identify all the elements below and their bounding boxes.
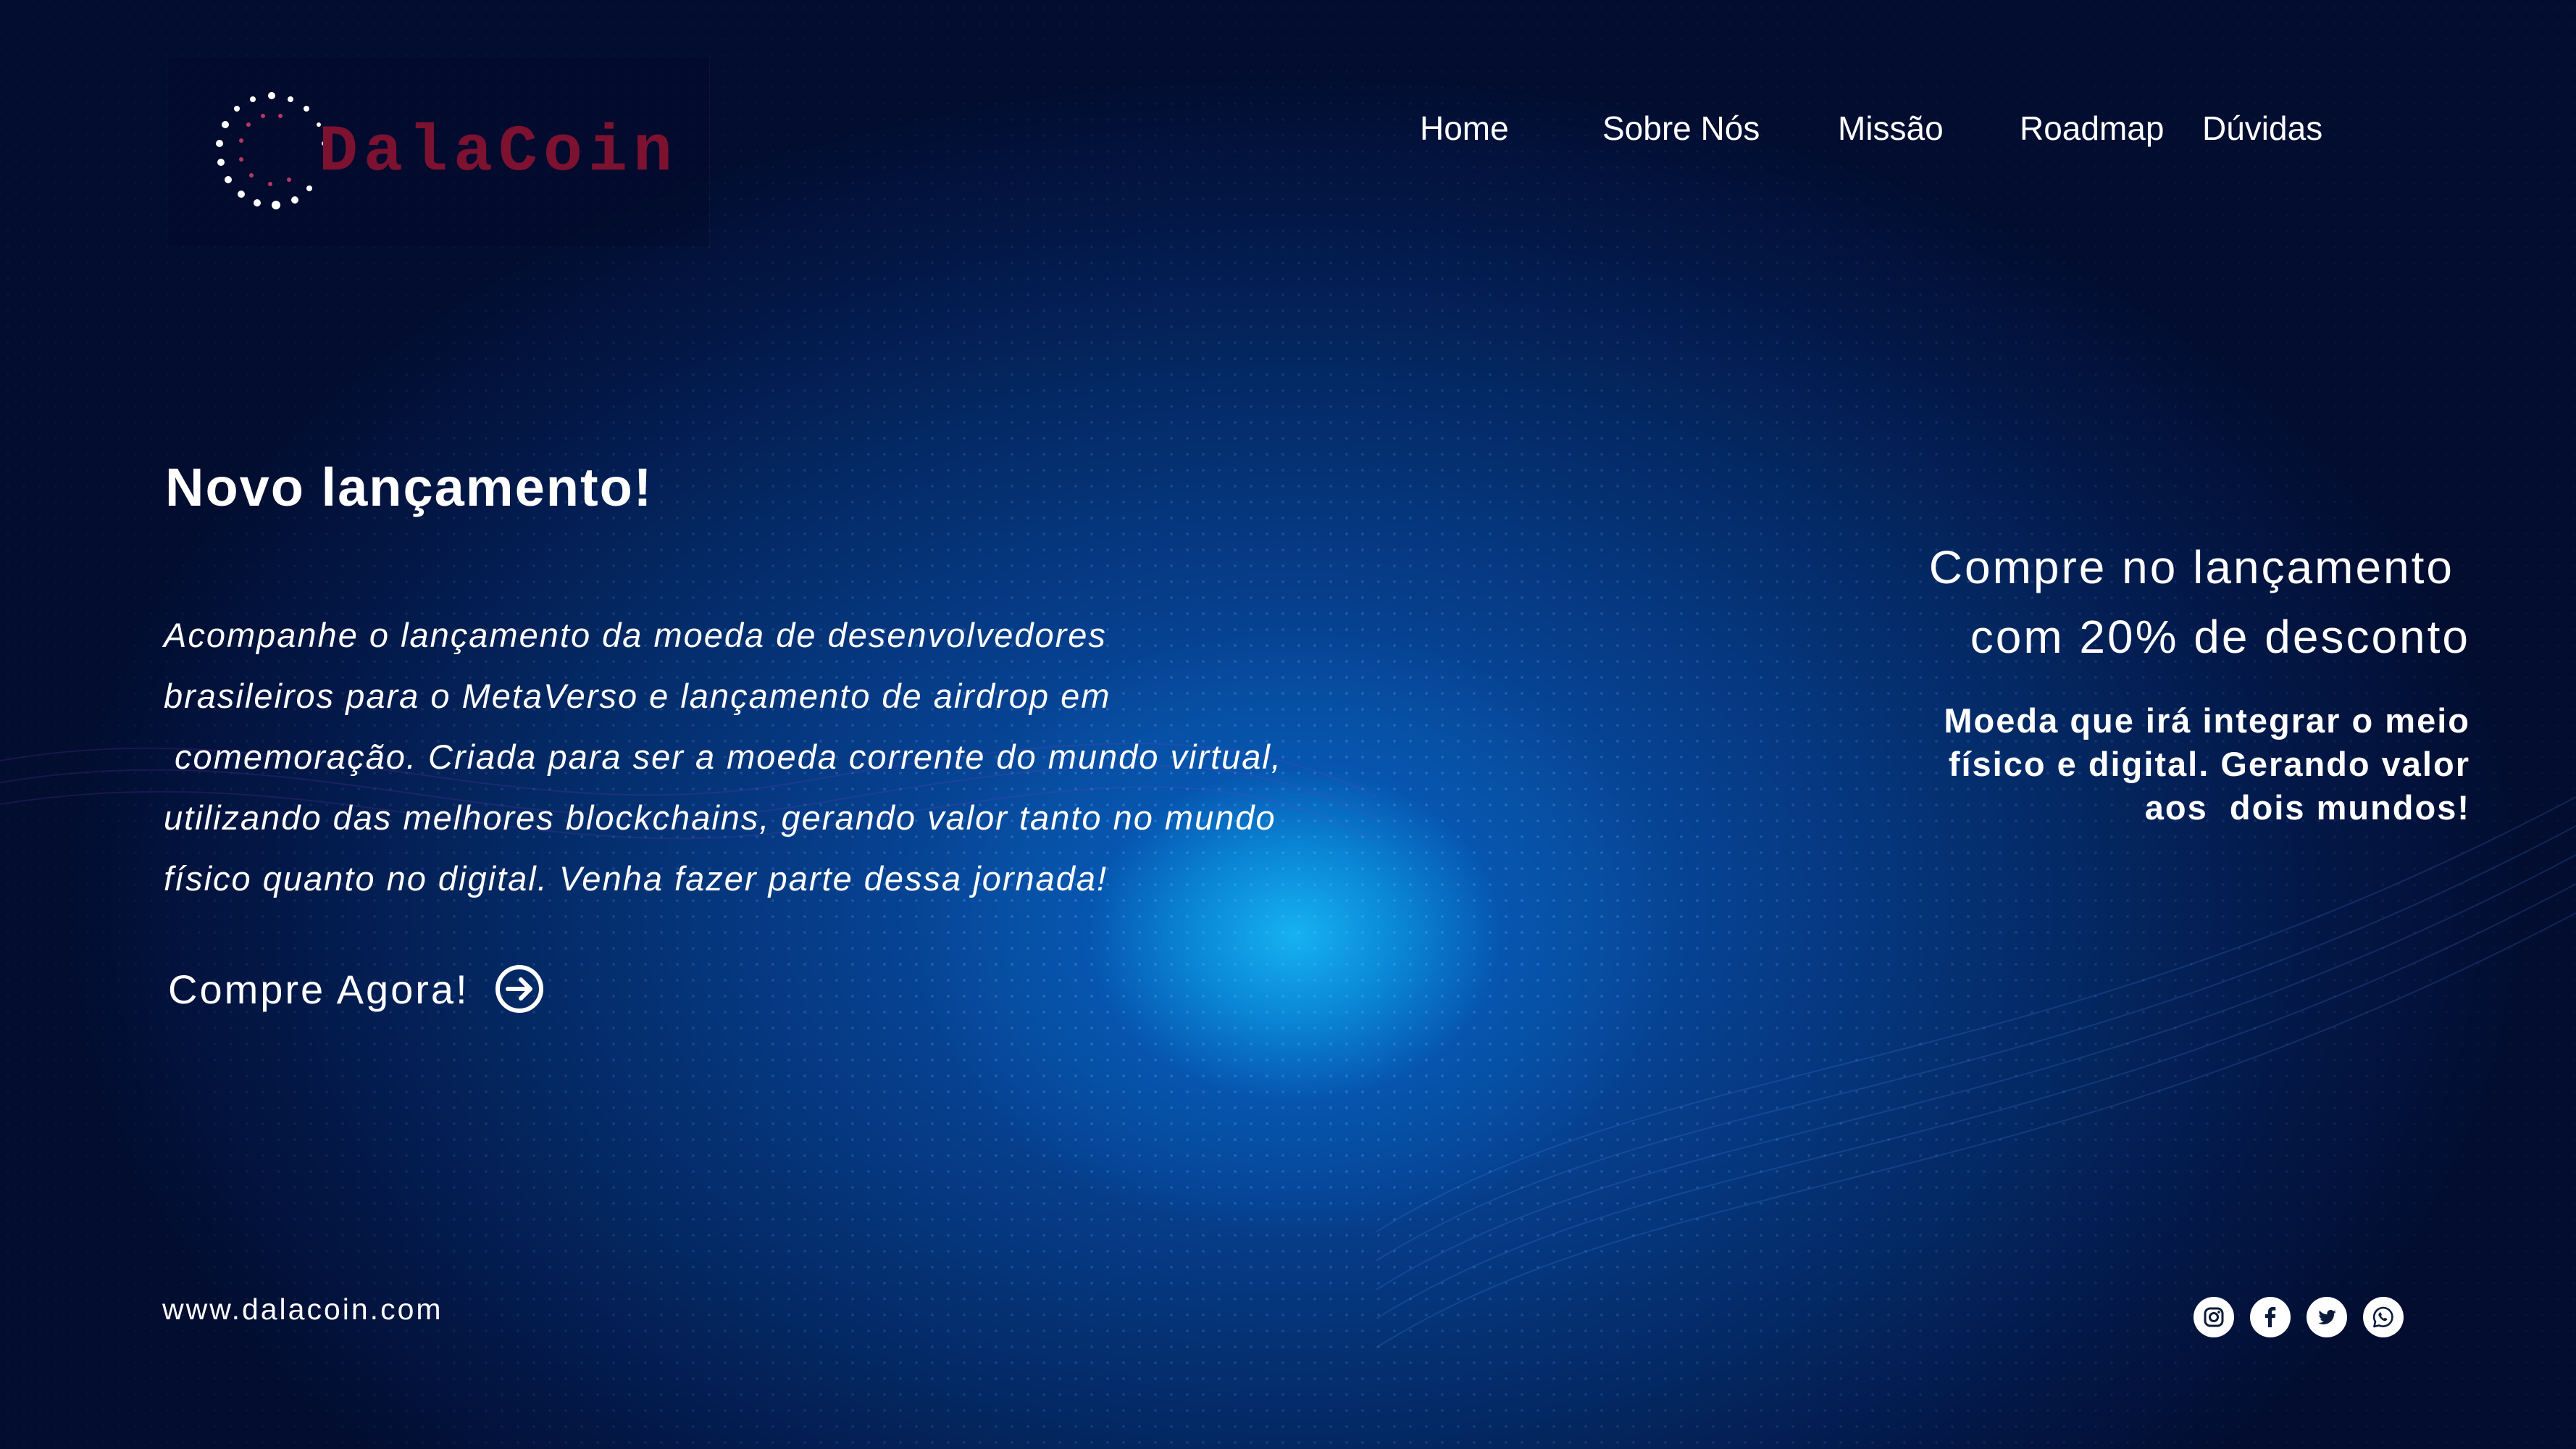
whatsapp-link[interactable]	[2363, 1297, 2404, 1337]
buy-now-label: Compre Agora!	[168, 966, 469, 1012]
hero-description-line: brasileiros para o MetaVerso e lançament…	[164, 677, 1111, 715]
whatsapp-icon	[2372, 1306, 2393, 1328]
promo-subtext-line: Moeda que irá integrar o meio	[1944, 701, 2470, 740]
nav-item-sobre-nos[interactable]: Sobre Nós	[1602, 109, 1760, 148]
main-nav: Home Sobre Nós Missão Roadmap Dúvidas	[0, 109, 2576, 159]
nav-item-duvidas[interactable]: Dúvidas	[2202, 109, 2322, 148]
facebook-link[interactable]	[2250, 1297, 2291, 1337]
arrow-circle-right-icon	[495, 965, 543, 1013]
promo-subtext: Moeda que irá integrar o meio físico e d…	[1746, 699, 2470, 830]
facebook-icon	[2265, 1307, 2276, 1327]
hero-title: Novo lançamento!	[165, 457, 653, 517]
promo-headline-line: com 20% de desconto	[1970, 611, 2470, 663]
nav-item-home[interactable]: Home	[1420, 109, 1509, 148]
hero-description-line: comemoração. Criada para ser a moeda cor…	[164, 738, 1282, 776]
promo-subtext-line: aos dois mundos!	[2144, 788, 2470, 827]
social-links	[2194, 1297, 2404, 1337]
twitter-icon	[2318, 1309, 2336, 1324]
twitter-link[interactable]	[2307, 1297, 2347, 1337]
instagram-icon	[2204, 1307, 2224, 1327]
instagram-link[interactable]	[2194, 1297, 2234, 1337]
nav-item-missao[interactable]: Missão	[1838, 109, 1944, 148]
promo-subtext-line: físico e digital. Gerando valor	[1948, 745, 2470, 783]
hero-description-line: físico quanto no digital. Venha fazer pa…	[164, 859, 1108, 898]
hero-description-line: utilizando das melhores blockchains, ger…	[164, 798, 1276, 837]
hero-description: Acompanhe o lançamento da moeda de desen…	[164, 605, 1337, 909]
nav-item-roadmap[interactable]: Roadmap	[2020, 109, 2164, 148]
hero-description-line: Acompanhe o lançamento da moeda de desen…	[164, 616, 1107, 654]
promo-panel: Compre no lançamento com 20% de desconto…	[1746, 533, 2470, 830]
promo-headline-line: Compre no lançamento	[1928, 541, 2454, 593]
site-url-link[interactable]: www.dalacoin.com	[162, 1293, 443, 1327]
buy-now-button[interactable]: Compre Agora!	[168, 956, 545, 1022]
